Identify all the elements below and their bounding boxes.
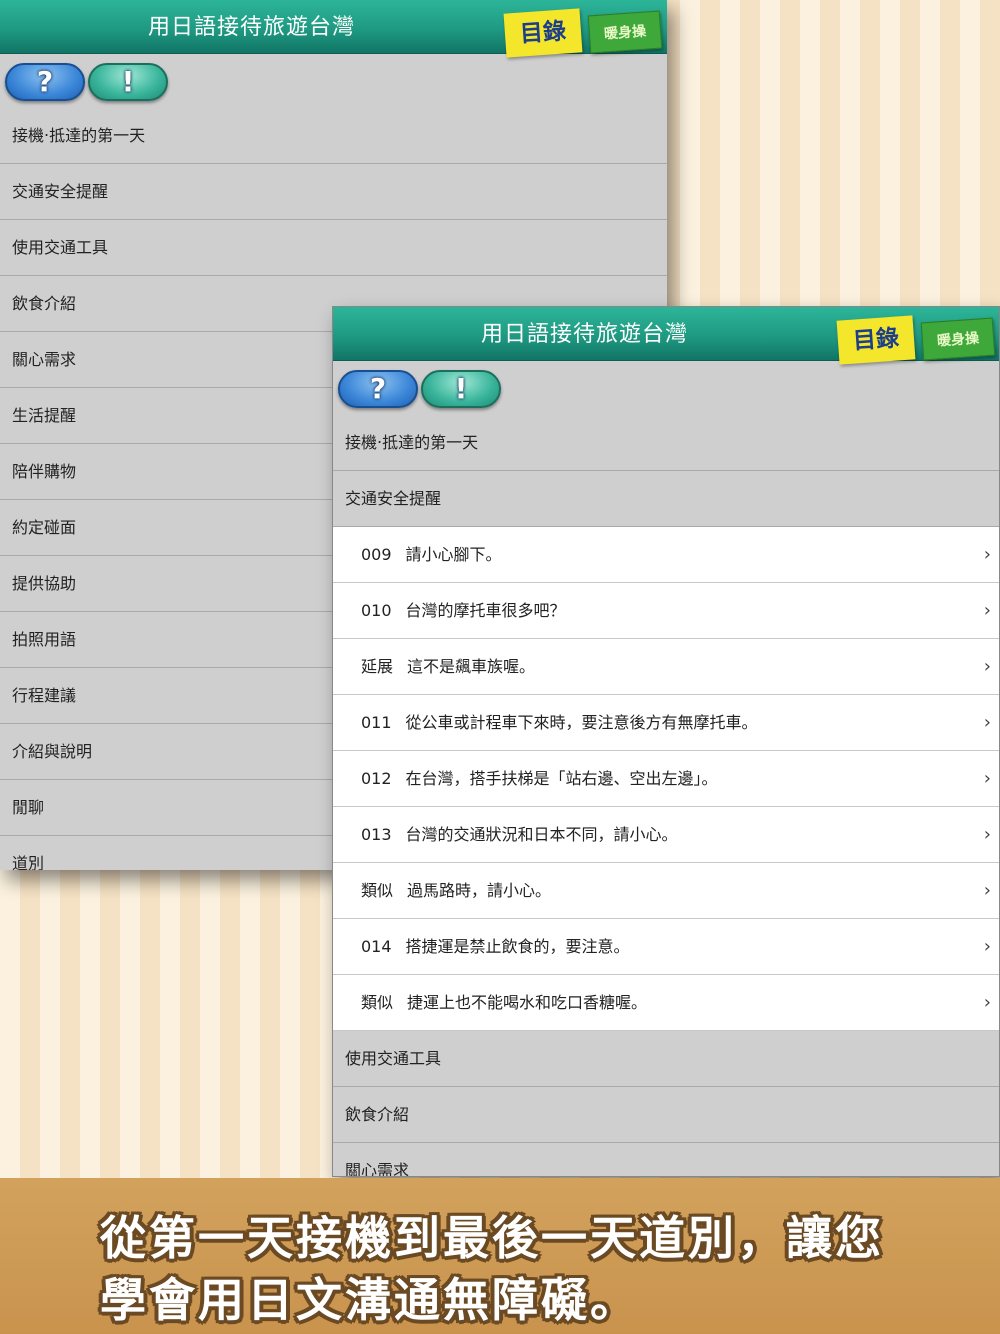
list-item-label: 行程建議 bbox=[12, 686, 77, 705]
phrase-label: 類似 捷運上也不能喝水和吃口香糖喔。 bbox=[361, 975, 647, 1031]
chevron-right-icon: › bbox=[983, 544, 991, 565]
list-item[interactable]: 使用交通工具 bbox=[333, 1031, 999, 1087]
phrase-label: 009 請小心腳下。 bbox=[361, 527, 502, 583]
list-item-label: 飲食介紹 bbox=[345, 1105, 410, 1124]
list-item-label: 交通安全提醒 bbox=[12, 182, 109, 201]
app-title: 用日語接待旅遊台灣 bbox=[481, 322, 689, 347]
phrase-text: 在台灣，搭手扶梯是「站右邊、空出左邊」。 bbox=[405, 769, 718, 788]
phrase-label: 延展 這不是飆車族喔。 bbox=[361, 639, 535, 695]
list-item-label: 交通安全提醒 bbox=[345, 489, 442, 508]
phrase-row[interactable]: 延展 這不是飆車族喔。 › bbox=[333, 639, 999, 695]
front-screen: 用日語接待旅遊台灣 目錄 暖身操 ? ! 接機‧抵達的第一天 交通安全提醒 00… bbox=[332, 306, 1000, 1177]
phrase-row[interactable]: 類似 捷運上也不能喝水和吃口香糖喔。 › bbox=[333, 975, 999, 1031]
phrase-number: 011 bbox=[361, 713, 392, 732]
phrase-label: 013 台灣的交通狀況和日本不同，請小心。 bbox=[361, 807, 678, 863]
help-button[interactable]: ? bbox=[338, 370, 418, 408]
phrase-label: 012 在台灣，搭手扶梯是「站右邊、空出左邊」。 bbox=[361, 751, 718, 807]
list-item-label: 道別 bbox=[12, 854, 45, 870]
chevron-right-icon: › bbox=[983, 712, 991, 733]
phrase-label: 010 台灣的摩托車很多吧？ bbox=[361, 583, 566, 639]
phrase-number: 009 bbox=[361, 545, 392, 564]
chevron-right-icon: › bbox=[983, 936, 991, 957]
contents-tab[interactable]: 目錄 bbox=[503, 8, 583, 58]
chevron-right-icon: › bbox=[983, 600, 991, 621]
phrase-number: 010 bbox=[361, 601, 392, 620]
chevron-right-icon: › bbox=[983, 992, 991, 1013]
phrase-row[interactable]: 013 台灣的交通狀況和日本不同，請小心。 › bbox=[333, 807, 999, 863]
list-item-label: 使用交通工具 bbox=[12, 238, 109, 257]
caption-line-1: 從第一天接機到最後一天道別，讓您 bbox=[100, 1211, 884, 1265]
title-bar: 用日語接待旅遊台灣 目錄 暖身操 bbox=[0, 0, 667, 58]
warmup-tab[interactable]: 暖身操 bbox=[920, 317, 996, 361]
phrase-row[interactable]: 009 請小心腳下。 › bbox=[333, 527, 999, 583]
chevron-right-icon: › bbox=[983, 768, 991, 789]
phrase-number: 013 bbox=[361, 825, 392, 844]
list-item-label: 關心需求 bbox=[12, 350, 77, 369]
phrase-row[interactable]: 012 在台灣，搭手扶梯是「站右邊、空出左邊」。 › bbox=[333, 751, 999, 807]
phrase-label: 011 從公車或計程車下來時，要注意後方有無摩托車。 bbox=[361, 695, 758, 751]
list-item[interactable]: 關心需求 bbox=[333, 1143, 999, 1177]
phrase-row[interactable]: 011 從公車或計程車下來時，要注意後方有無摩托車。 › bbox=[333, 695, 999, 751]
phrase-number: 延展 bbox=[361, 657, 394, 676]
phrase-label: 014 搭捷運是禁止飲食的，要注意。 bbox=[361, 919, 630, 975]
list-item-label: 接機‧抵達的第一天 bbox=[345, 433, 479, 452]
chevron-right-icon: › bbox=[983, 824, 991, 845]
list-item[interactable]: 交通安全提醒 bbox=[0, 164, 667, 220]
list-item-label: 提供協助 bbox=[12, 574, 77, 593]
phrase-text: 請小心腳下。 bbox=[405, 545, 502, 564]
list-item-label: 使用交通工具 bbox=[345, 1049, 442, 1068]
app-title: 用日語接待旅遊台灣 bbox=[148, 15, 356, 40]
phrase-text: 從公車或計程車下來時，要注意後方有無摩托車。 bbox=[405, 713, 758, 732]
warmup-tab[interactable]: 暖身操 bbox=[587, 10, 663, 54]
info-button[interactable]: ! bbox=[88, 63, 168, 101]
caption-line-2: 學會用日文溝通無障礙。 bbox=[100, 1273, 639, 1327]
help-icon: ? bbox=[369, 372, 387, 405]
list-item[interactable]: 接機‧抵達的第一天 bbox=[0, 108, 667, 164]
list-item-label: 陪伴購物 bbox=[12, 462, 77, 481]
phrase-number: 類似 bbox=[361, 993, 394, 1012]
chapter-list: 接機‧抵達的第一天 交通安全提醒 009 請小心腳下。 › 010 台灣的摩托車很多吧… bbox=[333, 415, 999, 1177]
caption-banner: 從第一天接機到最後一天道別，讓您 學會用日文溝通無障礙。 bbox=[0, 1178, 1000, 1334]
phrase-row[interactable]: 類似 過馬路時，請小心。 › bbox=[333, 863, 999, 919]
phrase-text: 搭捷運是禁止飲食的，要注意。 bbox=[405, 937, 630, 956]
info-icon: ! bbox=[121, 65, 135, 98]
phrase-number: 014 bbox=[361, 937, 392, 956]
phrase-text: 台灣的摩托車很多吧？ bbox=[405, 601, 566, 620]
phrase-row[interactable]: 014 搭捷運是禁止飲食的，要注意。 › bbox=[333, 919, 999, 975]
list-item[interactable]: 接機‧抵達的第一天 bbox=[333, 415, 999, 471]
info-icon: ! bbox=[454, 372, 468, 405]
list-item-label: 閒聊 bbox=[12, 798, 45, 817]
phrase-label: 類似 過馬路時，請小心。 bbox=[361, 863, 551, 919]
phrase-text: 捷運上也不能喝水和吃口香糖喔。 bbox=[407, 993, 648, 1012]
list-item-label: 拍照用語 bbox=[12, 630, 77, 649]
phrase-row[interactable]: 010 台灣的摩托車很多吧？ › bbox=[333, 583, 999, 639]
phrase-number: 012 bbox=[361, 769, 392, 788]
chevron-right-icon: › bbox=[983, 656, 991, 677]
help-button[interactable]: ? bbox=[5, 63, 85, 101]
list-item-expanded[interactable]: 交通安全提醒 bbox=[333, 471, 999, 527]
list-item-label: 關心需求 bbox=[345, 1161, 410, 1177]
list-item-label: 接機‧抵達的第一天 bbox=[12, 126, 146, 145]
help-icon: ? bbox=[36, 65, 54, 98]
list-item-label: 飲食介紹 bbox=[12, 294, 77, 313]
list-item-label: 介紹與說明 bbox=[12, 742, 93, 761]
list-item[interactable]: 使用交通工具 bbox=[0, 220, 667, 276]
info-button[interactable]: ! bbox=[421, 370, 501, 408]
list-item[interactable]: 飲食介紹 bbox=[333, 1087, 999, 1143]
phrase-text: 台灣的交通狀況和日本不同，請小心。 bbox=[405, 825, 678, 844]
contents-tab[interactable]: 目錄 bbox=[836, 315, 916, 365]
list-item-label: 約定碰面 bbox=[12, 518, 77, 537]
title-bar: 用日語接待旅遊台灣 目錄 暖身操 bbox=[333, 307, 999, 365]
list-item-label: 生活提醒 bbox=[12, 406, 77, 425]
chevron-right-icon: › bbox=[983, 880, 991, 901]
phrase-text: 過馬路時，請小心。 bbox=[407, 881, 552, 900]
phrase-number: 類似 bbox=[361, 881, 394, 900]
phrase-text: 這不是飆車族喔。 bbox=[407, 657, 536, 676]
